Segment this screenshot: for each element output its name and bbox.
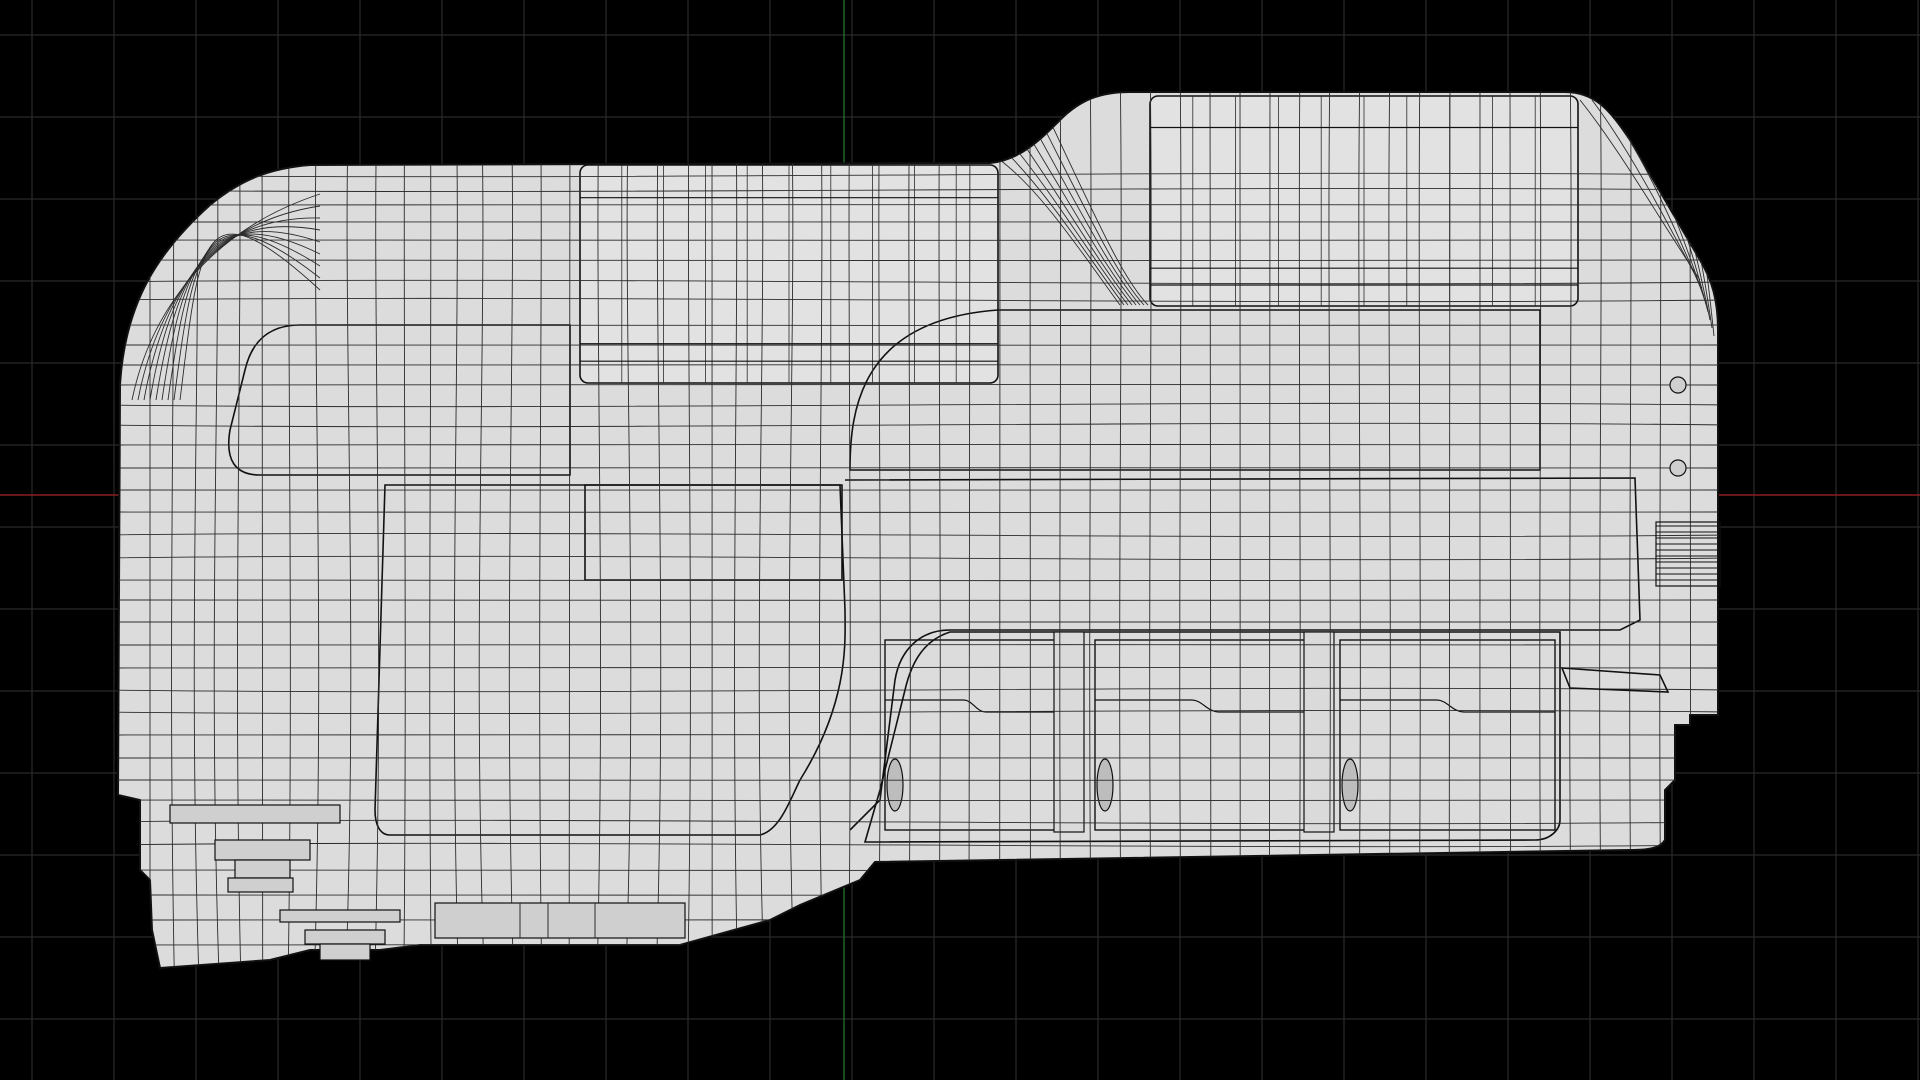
- viewport-canvas[interactable]: [0, 0, 1920, 1080]
- wireframe-model[interactable]: [100, 60, 1730, 1000]
- edge-loop-vertical: [1029, 92, 1031, 968]
- edge-loop-horizontal: [118, 344, 1718, 346]
- screw-bottom-icon: [1669, 459, 1687, 477]
- battery-latch-icon: [1341, 758, 1359, 812]
- 3d-viewport[interactable]: [0, 0, 1920, 1080]
- edge-loop-horizontal: [118, 489, 1718, 491]
- edge-loop-vertical: [1689, 92, 1692, 968]
- battery-latch-icon: [886, 758, 904, 812]
- edge-loop-vertical: [1268, 92, 1271, 968]
- battery-latch-icon: [1096, 758, 1114, 812]
- connector-strip: [434, 902, 686, 939]
- screw-top-icon: [1669, 376, 1687, 394]
- edge-loop-horizontal: [118, 894, 1718, 896]
- bay-divider: [1053, 631, 1085, 833]
